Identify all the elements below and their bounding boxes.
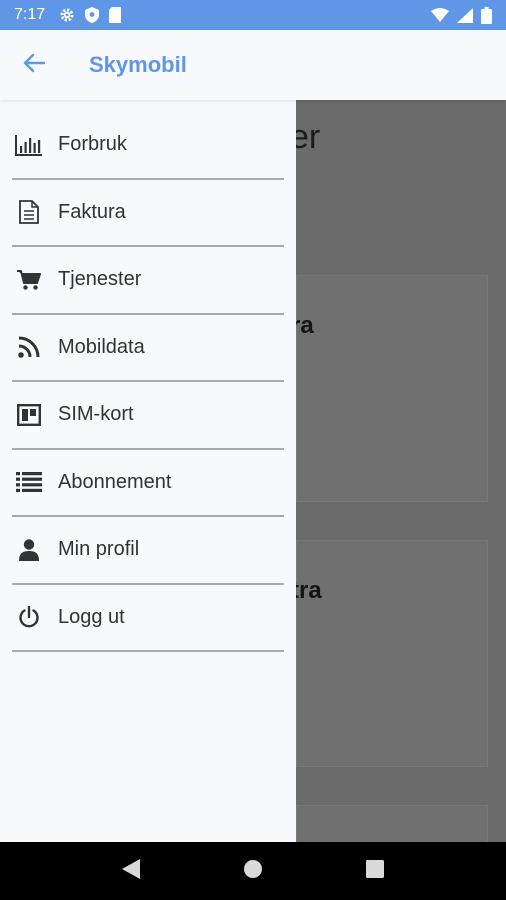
bar-chart-icon: [14, 130, 44, 160]
back-button[interactable]: [0, 30, 68, 100]
document-icon: [14, 197, 44, 227]
status-left-icons: [59, 7, 122, 23]
drawer-item-label: Forbruk: [58, 133, 127, 156]
drawer-item-min-profil[interactable]: Min profil: [12, 517, 284, 585]
drawer-item-abonnement[interactable]: Abonnement: [12, 450, 284, 517]
app-title: Skymobil: [89, 52, 187, 77]
power-icon: [14, 602, 44, 632]
nav-back-button[interactable]: [101, 842, 161, 900]
recents-square-icon: [366, 859, 384, 883]
drawer-item-label: Tjenester: [58, 268, 142, 291]
gear-icon: [59, 7, 75, 23]
background-card-3: [296, 805, 488, 842]
user-icon: [14, 535, 44, 565]
back-triangle-icon: [121, 858, 141, 885]
shield-icon: [85, 7, 100, 23]
drawer-item-label: Min profil: [58, 538, 140, 561]
cart-icon: [14, 265, 44, 295]
drawer-item-label: Faktura: [58, 200, 126, 223]
sd-card-icon: [109, 7, 122, 23]
arrow-left-icon: [23, 53, 46, 78]
nav-recents-button[interactable]: [345, 842, 405, 900]
navigation-drawer: Forbruk Faktura Tjenester Mobildata SIM-…: [0, 100, 296, 842]
background-card-2: tra: [296, 540, 488, 767]
drawer-item-faktura[interactable]: Faktura: [12, 180, 284, 247]
status-time: 7:17: [14, 6, 46, 23]
nav-home-button[interactable]: [223, 842, 283, 900]
drawer-item-label: Mobildata: [58, 335, 145, 358]
background-card-2-title: tra: [296, 577, 322, 604]
drawer-item-mobildata[interactable]: Mobildata: [12, 315, 284, 382]
drawer-item-tjenester[interactable]: Tjenester: [12, 247, 284, 315]
status-bar: 7:17: [0, 0, 506, 30]
background-page-title: er: [296, 118, 321, 156]
drawer-item-label: SIM-kort: [58, 403, 134, 426]
background-card-1-title: ra: [296, 312, 314, 339]
drawer-item-forbruk[interactable]: Forbruk: [12, 112, 284, 180]
drawer-item-logg-ut[interactable]: Logg ut: [12, 585, 284, 652]
system-nav-bar: [0, 842, 506, 900]
app-bar: Skymobil: [0, 30, 506, 100]
drawer-item-sim-kort[interactable]: SIM-kort: [12, 382, 284, 450]
battery-icon: [481, 6, 492, 24]
signal-icon: [457, 7, 473, 23]
drawer-item-label: Logg ut: [58, 605, 125, 628]
home-circle-icon: [243, 859, 263, 884]
wifi-icon: [431, 8, 449, 22]
sim-card-icon: [14, 400, 44, 430]
status-right-icons: [431, 6, 492, 24]
list-icon: [14, 467, 44, 497]
drawer-item-label: Abonnement: [58, 470, 172, 493]
drawer-menu: Forbruk Faktura Tjenester Mobildata SIM-…: [0, 100, 296, 652]
rss-icon: [14, 332, 44, 362]
background-page-scrim[interactable]: er ra tra: [296, 100, 506, 842]
background-card-1: ra: [296, 275, 488, 502]
